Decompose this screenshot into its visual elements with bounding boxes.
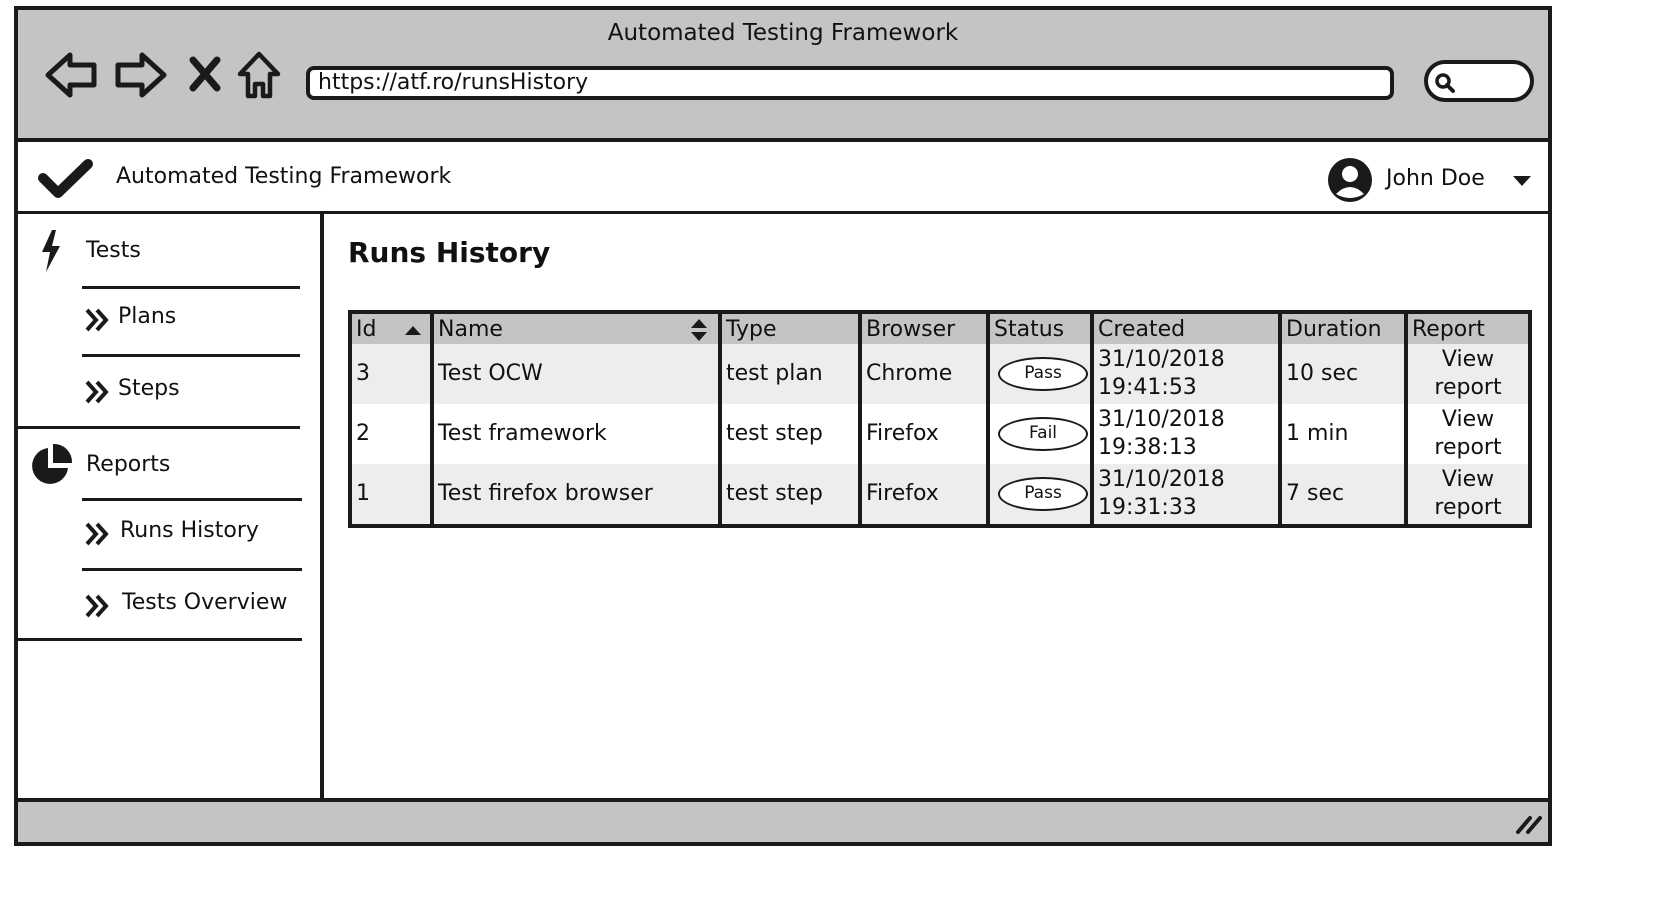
report-link-text: View	[1441, 467, 1495, 492]
cell-duration: 1 min	[1278, 404, 1406, 464]
sidebar-item-label: Runs History	[120, 518, 259, 543]
app-title: Automated Testing Framework	[116, 164, 452, 189]
cell-status: Pass	[986, 464, 1092, 526]
column-header-type[interactable]: Type	[718, 312, 860, 344]
close-icon[interactable]	[188, 56, 222, 92]
sidebar-item-label: Reports	[86, 452, 171, 477]
status-badge: Fail	[998, 417, 1088, 451]
chevron-down-icon	[1513, 176, 1531, 186]
status-bar	[18, 798, 1548, 842]
created-time: 19:38:13	[1098, 435, 1197, 460]
window-title: Automated Testing Framework	[607, 20, 959, 46]
divider	[82, 354, 300, 357]
browser-toolbar: Automated Testing Framework https://atf.…	[18, 10, 1548, 142]
report-link-text: report	[1434, 435, 1502, 460]
back-arrow-icon[interactable]	[44, 50, 100, 100]
user-menu[interactable]: John Doe	[1326, 156, 1546, 204]
forward-arrow-icon[interactable]	[112, 50, 168, 100]
cell-duration: 7 sec	[1278, 464, 1406, 526]
created-date: 31/10/2018	[1098, 407, 1225, 432]
cell-created: 31/10/2018 19:38:13	[1090, 404, 1280, 464]
view-report-link[interactable]: View report	[1404, 344, 1530, 404]
column-header-browser[interactable]: Browser	[858, 312, 988, 344]
table-row[interactable]: 2 Test framework test step Firefox Fail …	[350, 404, 1530, 464]
double-chevron-right-icon	[85, 522, 109, 546]
cell-browser: Firefox	[858, 404, 988, 464]
sort-toggle-icon	[691, 319, 707, 341]
divider	[82, 498, 302, 501]
report-link-text: report	[1434, 495, 1502, 520]
home-icon[interactable]	[236, 50, 282, 102]
sort-ascending-icon	[405, 326, 421, 335]
cell-name: Test framework	[430, 404, 720, 464]
cell-duration: 10 sec	[1278, 344, 1406, 404]
column-header-id[interactable]: Id	[350, 312, 432, 344]
sidebar: Tests Plans Steps Reports Runs History T…	[18, 214, 324, 804]
sidebar-item-label: Tests Overview	[122, 590, 288, 615]
runs-history-table: Id Name Type Browser Status Created Dura…	[348, 310, 1532, 528]
cell-id: 1	[350, 464, 432, 526]
lightning-icon	[42, 230, 60, 272]
cell-browser: Firefox	[858, 464, 988, 526]
browser-window: Automated Testing Framework https://atf.…	[14, 6, 1552, 846]
user-name: John Doe	[1386, 166, 1485, 191]
report-link-text: report	[1434, 375, 1502, 400]
view-report-link[interactable]: View report	[1404, 464, 1530, 526]
status-badge: Pass	[998, 357, 1088, 391]
divider	[82, 568, 302, 571]
double-chevron-right-icon	[85, 594, 109, 618]
search-icon	[1435, 73, 1455, 93]
search-field[interactable]	[1424, 60, 1534, 102]
column-header-duration[interactable]: Duration	[1278, 312, 1406, 344]
divider	[18, 638, 302, 641]
cell-status: Pass	[986, 344, 1092, 404]
sidebar-item-label: Tests	[86, 238, 141, 263]
created-date: 31/10/2018	[1098, 347, 1225, 372]
app-header: Automated Testing Framework John Doe	[18, 142, 1548, 214]
cell-status: Fail	[986, 404, 1092, 464]
cell-name: Test firefox browser	[430, 464, 720, 526]
column-header-label: Id	[356, 316, 377, 342]
table-row[interactable]: 1 Test firefox browser test step Firefox…	[350, 464, 1530, 526]
column-header-created[interactable]: Created	[1090, 312, 1280, 344]
cell-type: test plan	[718, 344, 860, 404]
cell-type: test step	[718, 464, 860, 526]
cell-browser: Chrome	[858, 344, 988, 404]
column-header-status[interactable]: Status	[986, 312, 1092, 344]
view-report-link[interactable]: View report	[1404, 404, 1530, 464]
cell-name: Test OCW	[430, 344, 720, 404]
column-header-name[interactable]: Name	[430, 312, 720, 344]
created-date: 31/10/2018	[1098, 467, 1225, 492]
report-link-text: View	[1441, 347, 1495, 372]
status-badge: Pass	[998, 477, 1088, 511]
report-link-text: View	[1441, 407, 1495, 432]
table-header-row: Id Name Type Browser Status Created Dura…	[350, 312, 1530, 344]
cell-id: 2	[350, 404, 432, 464]
sidebar-item-label: Steps	[118, 376, 180, 401]
column-header-report[interactable]: Report	[1404, 312, 1530, 344]
column-header-label: Name	[438, 316, 503, 342]
table-row[interactable]: 3 Test OCW test plan Chrome Pass 31/10/2…	[350, 344, 1530, 404]
cell-created: 31/10/2018 19:41:53	[1090, 344, 1280, 404]
resize-handle-icon[interactable]	[1514, 812, 1544, 836]
created-time: 19:31:33	[1098, 495, 1197, 520]
divider	[18, 426, 300, 429]
user-avatar-icon	[1328, 158, 1372, 202]
cell-created: 31/10/2018 19:31:33	[1090, 464, 1280, 526]
cell-type: test step	[718, 404, 860, 464]
pie-chart-icon	[32, 443, 73, 484]
cell-id: 3	[350, 344, 432, 404]
created-time: 19:41:53	[1098, 375, 1197, 400]
url-input[interactable]: https://atf.ro/runsHistory	[306, 66, 1394, 100]
double-chevron-right-icon	[85, 308, 109, 332]
page-title: Runs History	[348, 236, 551, 269]
divider	[82, 286, 300, 289]
double-chevron-right-icon	[85, 380, 109, 404]
sidebar-item-label: Plans	[118, 304, 177, 329]
checkmark-logo-icon	[38, 159, 93, 198]
